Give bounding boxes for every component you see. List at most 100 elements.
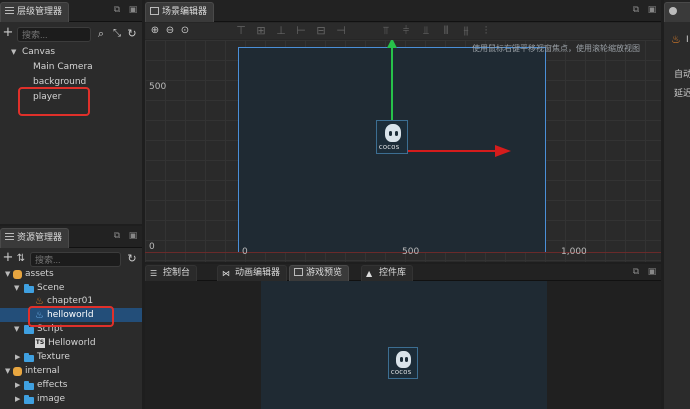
x-axis-label-500: 500 <box>402 247 420 257</box>
list-icon <box>5 7 14 15</box>
scene-tabbar: 场景编辑器 ⧉ ▣ <box>145 0 661 22</box>
tab-animation[interactable]: ⋈ 动画编辑器 <box>217 265 288 281</box>
tree-item-assets[interactable]: ▼ assets <box>0 267 142 281</box>
tree-item-label: internal <box>25 366 60 376</box>
collapse-arrow-icon[interactable]: ▶ <box>15 378 20 392</box>
tab-inspector[interactable] <box>664 2 690 22</box>
animation-icon: ⋈ <box>222 269 230 278</box>
database-icon <box>13 270 22 279</box>
tree-item-internal[interactable]: ▼ internal <box>0 364 142 378</box>
x-axis-label-0: 0 <box>242 247 248 257</box>
scene-toolbar: ⊕ ⊖ ⊙ ⊤ ⊞ ⊥ ⊢ ⊟ ⊣ ⫪ ⫩ ⫫ ⫴ ⫵ ⫶ <box>145 23 661 39</box>
tree-item-scene-folder[interactable]: ▼ Scene <box>0 281 142 295</box>
inspector-label-delay: 延迟 <box>674 89 690 99</box>
preview-icon <box>294 268 303 276</box>
maximize-icon[interactable]: ▣ <box>128 5 138 15</box>
maximize-icon[interactable]: ▣ <box>647 267 657 277</box>
tree-item-helloworld-script[interactable]: TS Helloworld <box>0 336 142 350</box>
assets-search-input[interactable] <box>30 252 121 267</box>
inspector-node-icon: ♨ <box>671 33 681 46</box>
zoom-out-icon[interactable]: ⊖ <box>164 25 176 37</box>
popout-icon[interactable]: ⧉ <box>112 231 122 241</box>
bottom-panel: ☰ 控制台 ⋈ 动画编辑器 游戏预览 ▲ 控件库 ⧉ ▣ COCOS <box>145 264 661 409</box>
inspector-panel: ♨ I 自动 延迟 <box>664 0 690 409</box>
search-icon[interactable]: ⌕ <box>95 28 107 40</box>
expand-arrow-icon[interactable]: ▼ <box>14 322 19 336</box>
zoom-reset-icon[interactable]: ⊙ <box>179 25 191 37</box>
game-preview-area[interactable]: COCOS <box>145 281 661 409</box>
distribute-vcenter-icon[interactable]: ⫩ <box>400 25 412 37</box>
tab-game-preview[interactable]: 游戏预览 <box>289 265 350 281</box>
expand-arrow-icon[interactable]: ▼ <box>5 267 10 281</box>
tab-hierarchy-label: 层级管理器 <box>17 7 63 17</box>
scene-editor-panel: 场景编辑器 ⧉ ▣ ⊕ ⊖ ⊙ ⊤ ⊞ ⊥ ⊢ ⊟ ⊣ ⫪ ⫩ ⫫ ⫴ ⫵ ⫶ … <box>145 0 661 262</box>
tab-scene-editor[interactable]: 场景编辑器 <box>145 2 215 22</box>
popout-icon[interactable]: ⧉ <box>631 267 641 277</box>
hierarchy-tree: ▼ Canvas Main Camera background player <box>0 44 142 224</box>
tab-console[interactable]: ☰ 控制台 <box>145 265 198 281</box>
hierarchy-panel: 层级管理器 ⧉ ▣ + ⌕ ⤡ ↻ ▼ Canvas Main Camera b… <box>0 0 142 224</box>
distribute-left-icon[interactable]: ⫴ <box>440 25 452 37</box>
tab-library-label: 控件库 <box>379 268 407 278</box>
info-icon <box>669 7 677 15</box>
tree-item-label: Scene <box>37 283 65 293</box>
maximize-icon[interactable]: ▣ <box>647 5 657 15</box>
expand-arrow-icon[interactable]: ▼ <box>14 281 19 295</box>
collapse-icon[interactable]: ⤡ <box>111 28 123 40</box>
add-asset-button[interactable]: + <box>2 251 14 264</box>
tab-assets[interactable]: 资源管理器 <box>0 228 70 248</box>
sort-icon[interactable]: ⇅ <box>15 253 27 265</box>
tab-widget-library[interactable]: ▲ 控件库 <box>361 265 414 281</box>
distribute-bottom-icon[interactable]: ⫫ <box>420 25 432 37</box>
preview-cocos-logo: COCOS <box>388 347 418 379</box>
align-vcenter-icon[interactable]: ⊞ <box>255 25 267 37</box>
distribute-top-icon[interactable]: ⫪ <box>380 25 392 37</box>
collapse-arrow-icon[interactable]: ▶ <box>15 350 20 364</box>
add-node-button[interactable]: + <box>2 26 14 39</box>
distribute-right-icon[interactable]: ⫶ <box>480 25 492 37</box>
scene-viewport[interactable]: 500 0 0 500 1,000 使用鼠标右键平移视窗焦点，使用滚轮缩放视图 … <box>145 40 661 262</box>
popout-icon[interactable]: ⧉ <box>631 5 641 15</box>
distribute-hcenter-icon[interactable]: ⫵ <box>460 25 472 37</box>
refresh-icon[interactable]: ↻ <box>126 28 138 40</box>
align-left-icon[interactable]: ⊢ <box>295 25 307 37</box>
collapse-arrow-icon[interactable]: ▶ <box>15 392 20 406</box>
expand-arrow-icon[interactable]: ▼ <box>11 45 16 59</box>
gizmo-x-arrow-icon[interactable] <box>495 145 511 157</box>
tab-hierarchy[interactable]: 层级管理器 <box>0 2 70 22</box>
helloworld-highlight-box <box>28 306 114 327</box>
tree-item-label: image <box>37 394 66 404</box>
maximize-icon[interactable]: ▣ <box>128 231 138 241</box>
tree-item-texture-folder[interactable]: ▶ Texture <box>0 350 142 364</box>
hierarchy-toolbar: + ⌕ ⤡ ↻ <box>0 24 142 44</box>
inspector-node-name: I <box>686 35 689 45</box>
cocos-logo-text: COCOS <box>391 370 412 376</box>
gizmo-y-arrow-icon[interactable] <box>387 40 397 48</box>
tree-item-canvas[interactable]: ▼ Canvas <box>0 45 142 59</box>
zoom-in-icon[interactable]: ⊕ <box>149 25 161 37</box>
tree-item-effects-folder[interactable]: ▶ effects <box>0 378 142 392</box>
game-preview-canvas[interactable] <box>261 281 547 409</box>
cocos-logo-icon <box>385 124 401 142</box>
tab-console-label: 控制台 <box>163 268 191 278</box>
hierarchy-search-input[interactable] <box>17 27 91 42</box>
tab-animation-label: 动画编辑器 <box>235 268 281 278</box>
align-hcenter-icon[interactable]: ⊟ <box>315 25 327 37</box>
tree-item-main-camera[interactable]: Main Camera <box>0 60 142 74</box>
tree-item-image-folder[interactable]: ▶ image <box>0 392 142 406</box>
y-axis-label-0: 0 <box>149 242 155 252</box>
align-top-icon[interactable]: ⊤ <box>235 25 247 37</box>
align-right-icon[interactable]: ⊣ <box>335 25 347 37</box>
grid-icon <box>150 7 159 15</box>
refresh-icon[interactable]: ↻ <box>126 253 138 265</box>
folder-icon <box>24 381 34 390</box>
x-axis-label-1000: 1,000 <box>561 247 587 257</box>
cocos-logo-eye <box>395 131 398 136</box>
popout-icon[interactable]: ⧉ <box>112 5 122 15</box>
gizmo-y-axis[interactable] <box>391 44 393 124</box>
align-bottom-icon[interactable]: ⊥ <box>275 25 287 37</box>
cocos-logo-node[interactable]: COCOS <box>376 120 408 154</box>
assets-tree: ▼ assets ▼ Scene ♨ chapter01 ♨ helloworl… <box>0 266 142 409</box>
database-icon <box>13 367 22 376</box>
expand-arrow-icon[interactable]: ▼ <box>5 364 10 378</box>
